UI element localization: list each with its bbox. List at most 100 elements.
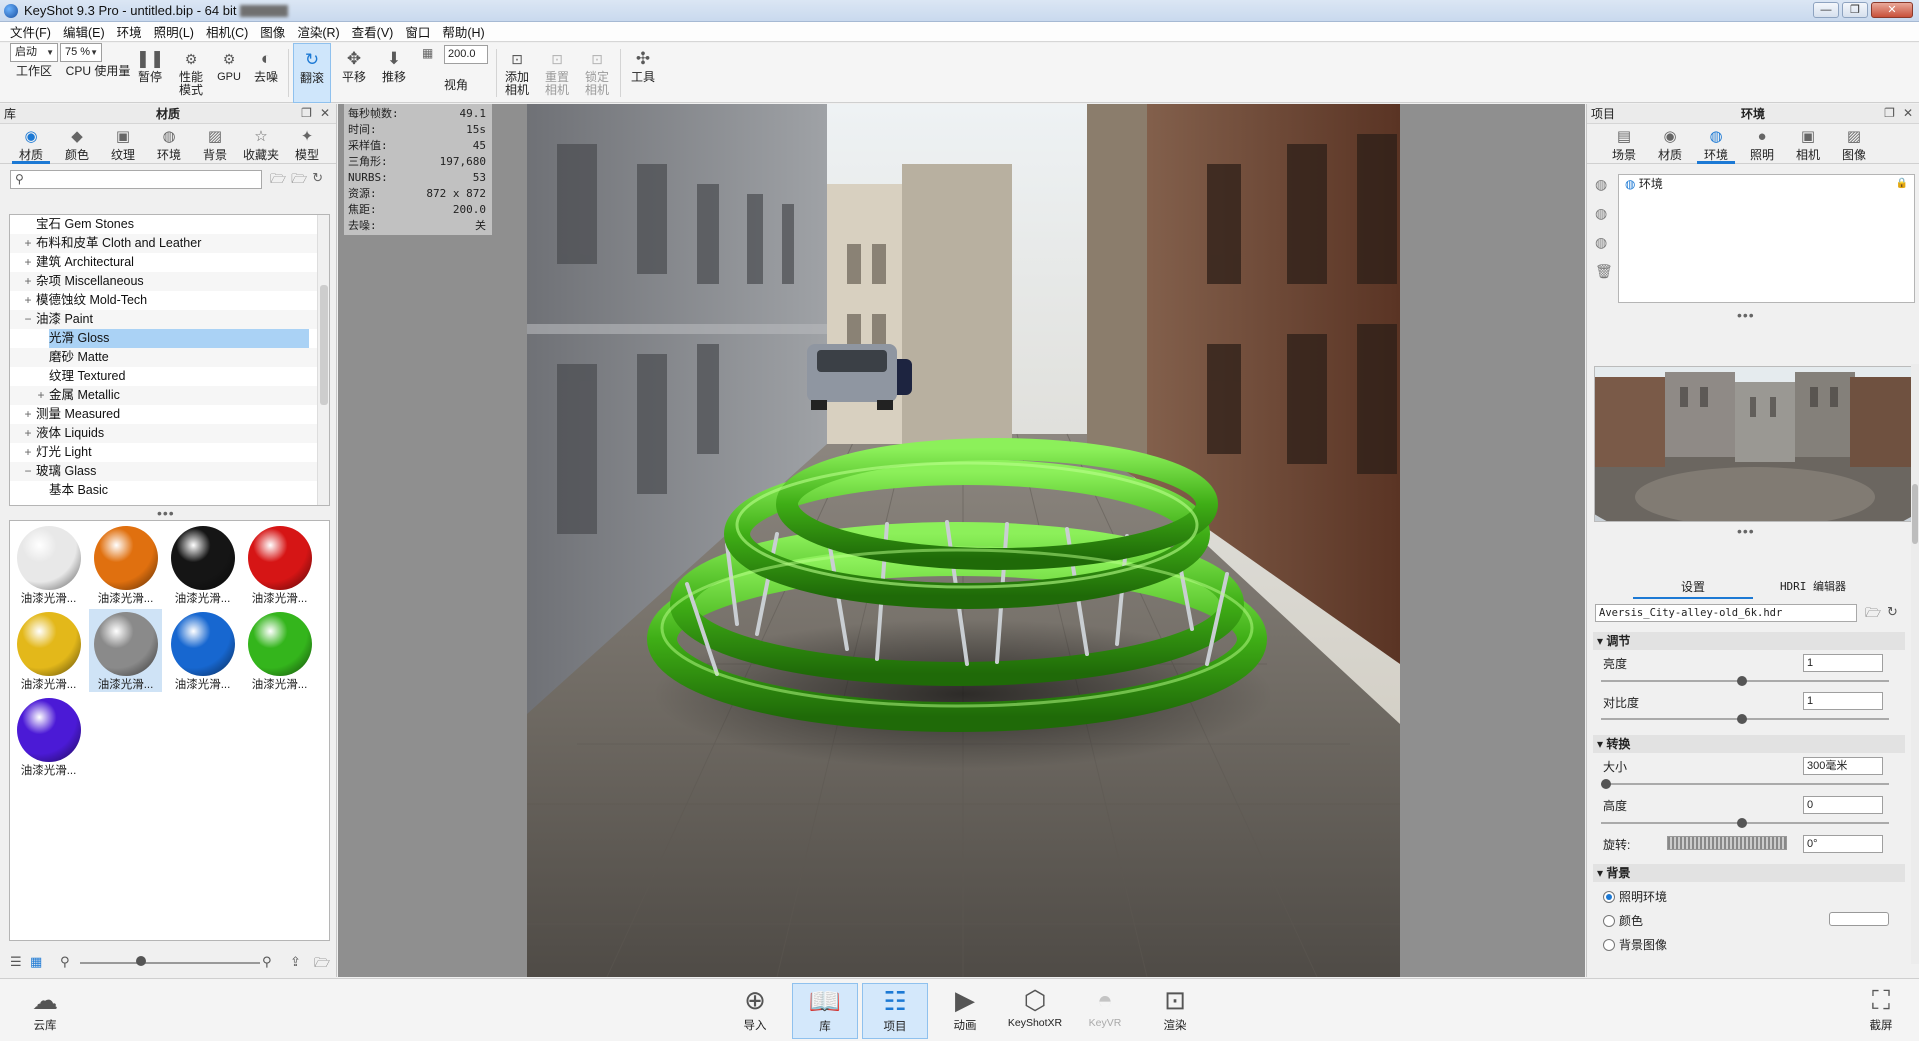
tree-expander[interactable]: + [35, 386, 47, 405]
tab-environment[interactable]: ◍ 环境 [146, 124, 192, 163]
size-input[interactable]: 300毫米 [1803, 757, 1883, 775]
menu-item[interactable]: 帮助(H) [436, 22, 490, 41]
tree-item[interactable]: + 模德蚀纹 Mold-Tech [10, 291, 329, 310]
workspace-button[interactable]: 工作区 [8, 43, 60, 103]
material-thumbnail[interactable]: 油漆光滑... [12, 609, 85, 692]
close-panel-icon[interactable]: ✕ [1903, 106, 1913, 120]
lock-icon[interactable]: 🔒 [1896, 175, 1908, 193]
menu-item[interactable]: 渲染(R) [291, 22, 345, 41]
section-adjust[interactable]: ▾ 调节 [1593, 632, 1905, 650]
radio-color[interactable]: 颜色 [1603, 912, 1643, 929]
tree-expander[interactable]: + [22, 291, 34, 310]
contrast-slider[interactable] [1601, 714, 1889, 724]
tab-camera[interactable]: ▣ 相机 [1785, 124, 1831, 163]
thumbnail-size-knob[interactable] [136, 956, 146, 966]
tree-item[interactable]: + 液体 Liquids [10, 424, 329, 443]
tab-settings[interactable]: 设置 [1633, 578, 1753, 599]
properties-scrollbar[interactable] [1911, 364, 1919, 964]
height-slider[interactable] [1601, 818, 1889, 828]
duplicate-environment-icon[interactable]: ◍ [1595, 205, 1613, 222]
list-view-icon[interactable]: ☰ [10, 954, 22, 970]
folder-sync-icon[interactable]: 🗁 [314, 954, 330, 976]
zoom-out-icon[interactable]: ⚲ [60, 954, 70, 970]
delete-icon[interactable]: 🗑 [1595, 263, 1613, 280]
gpu-button[interactable]: ⚙ GPU [214, 43, 244, 103]
material-thumbnail[interactable]: 油漆光滑... [89, 523, 162, 606]
tree-item[interactable]: 光滑 Gloss [10, 329, 329, 348]
tab-material[interactable]: ◉ 材质 [8, 124, 54, 164]
size-slider[interactable] [1601, 779, 1889, 789]
screenshot-button[interactable]: ⛶ 截屏 [1848, 983, 1914, 1039]
menu-item[interactable]: 窗口 [399, 22, 436, 41]
splitter-handle-2[interactable]: ••• [1737, 524, 1755, 538]
float-panel-icon[interactable]: ❐ [1884, 106, 1895, 120]
menu-item[interactable]: 图像 [254, 22, 291, 41]
tab-material[interactable]: ◉ 材质 [1647, 124, 1693, 163]
tree-expander[interactable]: + [22, 424, 34, 443]
tree-expander[interactable]: + [22, 272, 34, 291]
hdri-file-field[interactable]: Aversis_City-alley-old_6k.hdr [1595, 604, 1857, 622]
menu-item[interactable]: 相机(C) [200, 22, 254, 41]
splitter-handle[interactable]: ••• [1737, 308, 1755, 322]
tree-item[interactable]: 基本 Basic [10, 481, 329, 500]
tree-expander[interactable]: + [22, 234, 34, 253]
library-search-box[interactable]: ⚲ [10, 170, 262, 189]
brightness-input[interactable]: 1 [1803, 654, 1883, 672]
tab-background[interactable]: ▨ 背景 [192, 124, 238, 163]
add-folder-icon[interactable]: 🗁 [291, 170, 307, 192]
menu-item[interactable]: 文件(F) [4, 22, 57, 41]
tools-button[interactable]: ✣ 工具 [626, 43, 660, 103]
minimize-button[interactable]: — [1813, 2, 1839, 18]
material-thumbnail[interactable]: 油漆光滑... [12, 523, 85, 606]
tree-item[interactable]: 磨砂 Matte [10, 348, 329, 367]
rotation-dial[interactable] [1667, 836, 1787, 850]
library-button[interactable]: 📖 库 [792, 983, 858, 1039]
render-image[interactable] [527, 104, 1400, 977]
tree-item[interactable]: + 灯光 Light [10, 443, 329, 462]
open-folder-icon[interactable]: 🗁 [1865, 604, 1881, 626]
open-folder-icon[interactable]: 🗁 [270, 170, 286, 192]
tree-expander[interactable]: + [22, 405, 34, 424]
tree-item[interactable]: + 金属 Metallic [10, 386, 329, 405]
section-transform[interactable]: ▾ 转换 [1593, 735, 1905, 753]
tree-item[interactable]: 宝石 Gem Stones [10, 215, 329, 234]
tree-expander[interactable]: − [22, 310, 34, 329]
tree-item[interactable]: + 布料和皮革 Cloth and Leather [10, 234, 329, 253]
brightness-slider[interactable] [1601, 676, 1889, 686]
material-thumbnail[interactable]: 油漆光滑... [166, 609, 239, 692]
tree-expander[interactable]: − [22, 462, 34, 481]
lock-camera-button[interactable]: ⊡ 锁定 相机 [580, 43, 614, 103]
pause-button[interactable]: ❚❚ 暂停 [134, 43, 166, 103]
library-search-input[interactable] [31, 171, 251, 188]
refresh-icon[interactable]: ↻ [1887, 604, 1898, 620]
material-thumbnail[interactable]: 油漆光滑... [166, 523, 239, 606]
cloud-upload-icon[interactable]: ⇪ [290, 954, 301, 970]
refresh-icon[interactable]: ↻ [312, 170, 323, 192]
maximize-button[interactable]: ❐ [1842, 2, 1868, 18]
float-panel-icon[interactable]: ❐ [301, 106, 312, 120]
menu-item[interactable]: 查看(V) [346, 22, 400, 41]
tab-texture[interactable]: ▣ 纹理 [100, 124, 146, 163]
rotation-input[interactable]: 0° [1803, 835, 1883, 853]
contrast-input[interactable]: 1 [1803, 692, 1883, 710]
close-button[interactable]: ✕ [1871, 2, 1913, 18]
project-button[interactable]: ☷ 项目 [862, 983, 928, 1039]
radio-lighting-environment[interactable]: 照明环境 [1603, 888, 1667, 905]
tab-lighting[interactable]: ● 照明 [1739, 124, 1785, 163]
performance-mode-button[interactable]: ⚙ 性能 模式 [174, 43, 208, 103]
tree-item[interactable]: 纹理 Textured [10, 367, 329, 386]
tab-color[interactable]: ◆ 颜色 [54, 124, 100, 163]
tree-expander[interactable]: + [22, 443, 34, 462]
keyshotxr-button[interactable]: ⬡ KeyShotXR [1002, 983, 1068, 1039]
tab-scene[interactable]: ▤ 场景 [1601, 124, 1647, 163]
tab-model[interactable]: ✦ 模型 [284, 124, 330, 163]
splitter-handle[interactable]: ••• [157, 506, 175, 520]
tree-item[interactable]: + 建筑 Architectural [10, 253, 329, 272]
render-button[interactable]: ⊡ 渲染 [1142, 983, 1208, 1039]
material-thumbnail[interactable]: 油漆光滑... [12, 695, 85, 778]
realtime-viewport[interactable]: 每秒帧数: 49.1 时间: 15s 采样值: 45 三角形: 197,680 NURBS: 53… [338, 104, 1585, 977]
tree-item[interactable]: − 油漆 Paint [10, 310, 329, 329]
background-color-swatch[interactable] [1829, 912, 1889, 926]
zoom-in-icon[interactable]: ⚲ [262, 954, 272, 970]
add-environment-icon[interactable]: ◍ [1595, 176, 1613, 193]
